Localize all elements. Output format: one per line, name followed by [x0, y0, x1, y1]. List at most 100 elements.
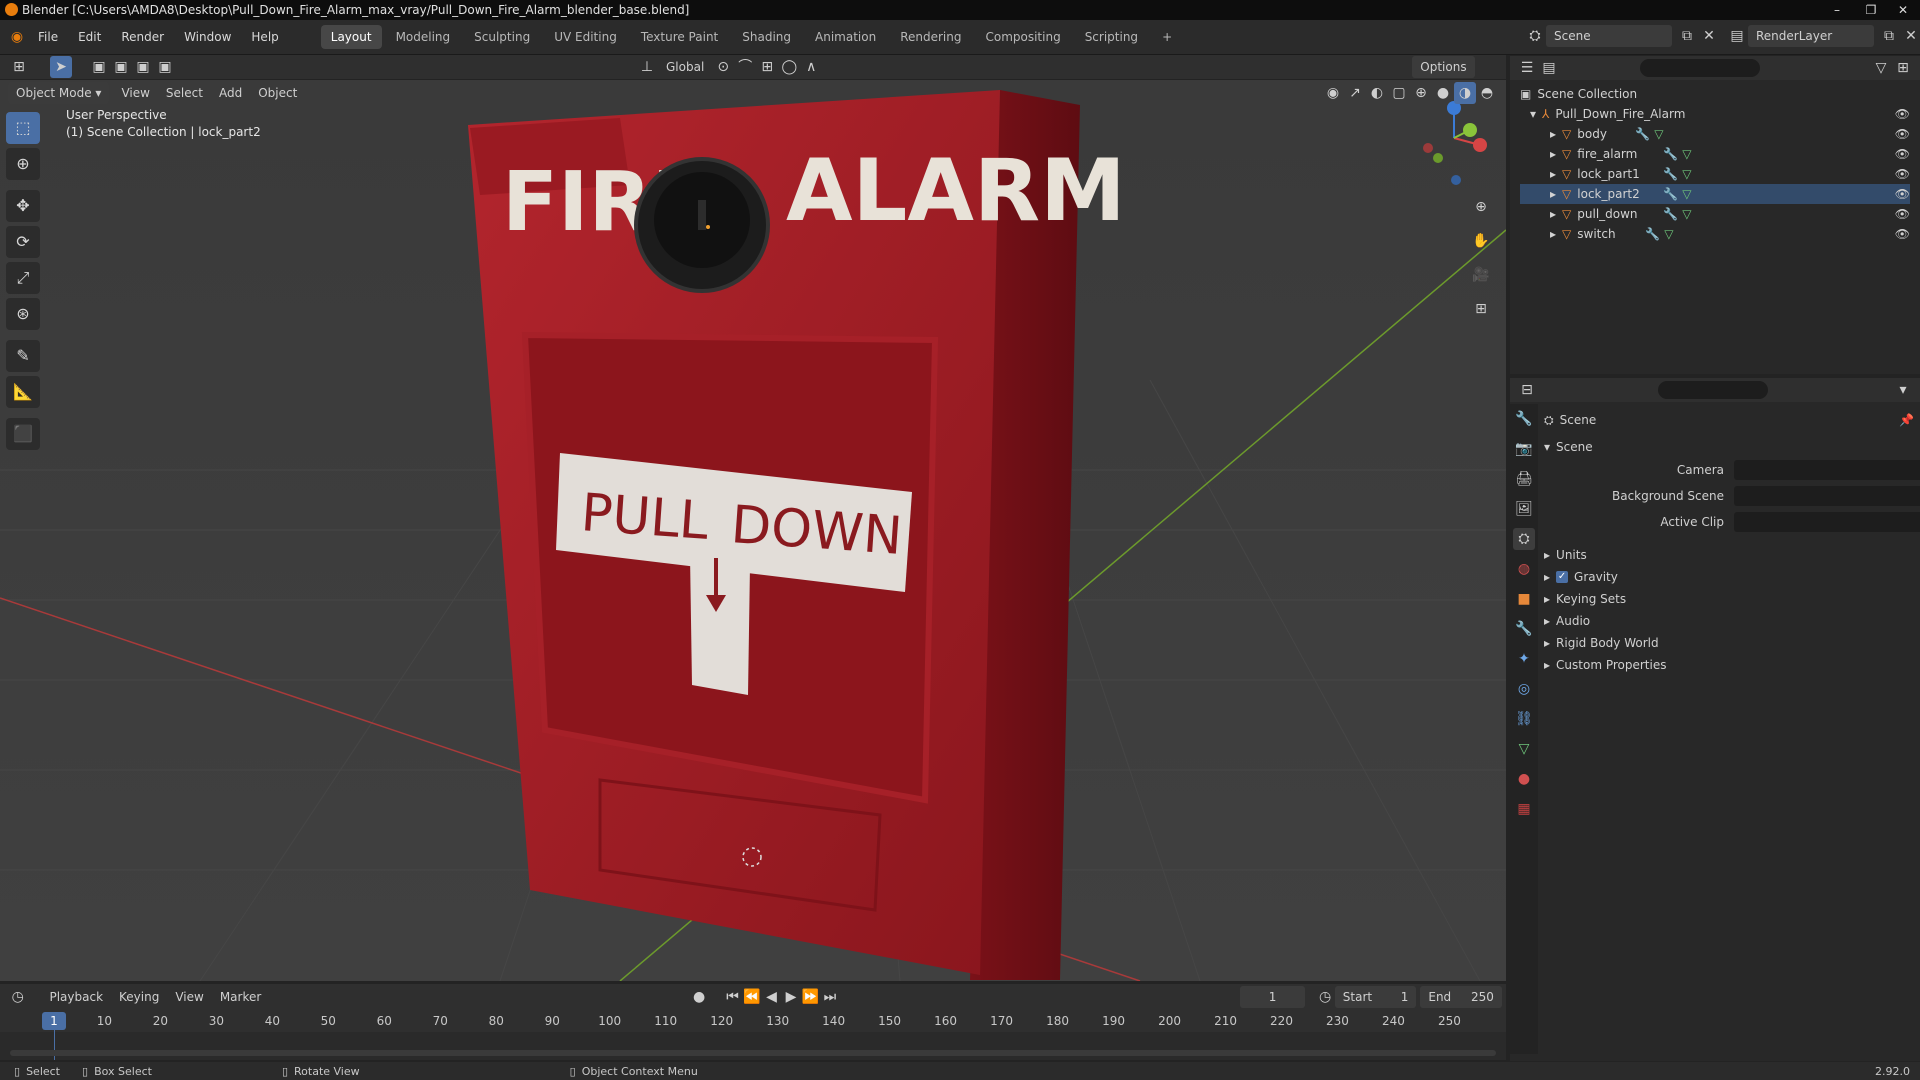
new-scene-icon[interactable]: ⧉ [1676, 25, 1698, 47]
playback-menu[interactable]: Playback [41, 986, 111, 1008]
select-menu[interactable]: Select [158, 82, 211, 104]
material-shading-icon[interactable]: ◑ [1454, 82, 1476, 104]
keying-sets-section[interactable]: ▸ Keying Sets [1544, 588, 1914, 610]
cursor-icon[interactable]: ⊕ [6, 148, 40, 180]
scale-icon[interactable]: ⤢ [6, 262, 40, 294]
blender-menu-icon[interactable]: ◉ [6, 26, 28, 48]
tab-rendering[interactable]: Rendering [890, 25, 971, 49]
new-collection-icon[interactable]: ⊞ [1892, 57, 1914, 79]
expand-chevron-icon[interactable]: ▸ [1550, 144, 1556, 164]
render-layer-field[interactable]: RenderLayer [1748, 25, 1874, 47]
menu-help[interactable]: Help [241, 20, 288, 54]
scene-panel-header[interactable]: ▾ Scene [1544, 436, 1914, 458]
options-dropdown[interactable]: Options [1412, 56, 1475, 78]
current-frame-field[interactable]: 1 [1239, 986, 1306, 1008]
scene-collection-row[interactable]: ▣ Scene Collection [1520, 84, 1910, 104]
outliner-search-input[interactable] [1640, 59, 1760, 77]
world-tab-icon[interactable]: ◍ [1513, 558, 1535, 580]
visibility-eye-icon[interactable]: 👁 [1895, 104, 1910, 124]
timeline-editor-icon[interactable]: ◷ [8, 986, 27, 1008]
active-clip-field[interactable] [1734, 512, 1920, 532]
end-frame-field[interactable]: End 250 [1420, 986, 1502, 1008]
constraints-tab-icon[interactable]: ⛓ [1513, 708, 1535, 730]
outliner-item[interactable]: ▸ ▽ fire_alarm 🔧 ▽ 👁 [1520, 144, 1910, 164]
render-tab-icon[interactable]: 📷 [1513, 438, 1535, 460]
tab-uv-editing[interactable]: UV Editing [544, 25, 627, 49]
outliner-editor-icon[interactable]: ☰ [1516, 57, 1538, 79]
filter-icon[interactable]: ▽ [1870, 57, 1892, 79]
tab-texture-paint[interactable]: Texture Paint [631, 25, 728, 49]
object-mode-dropdown[interactable]: Object Mode ▾ [8, 82, 110, 104]
3d-viewport[interactable]: FIRE ALARM PULL DOWN User Perspective (1… [0, 80, 1506, 981]
visibility-eye-icon[interactable]: 👁 [1895, 124, 1910, 144]
material-tab-icon[interactable]: ● [1513, 768, 1535, 790]
outliner-item[interactable]: ▸ ▽ pull_down 🔧 ▽ 👁 [1520, 204, 1910, 224]
gizmo-icon[interactable]: ↗ [1344, 82, 1366, 104]
new-layer-icon[interactable]: ⧉ [1878, 25, 1900, 47]
transform-icon[interactable]: ⊛ [6, 298, 40, 330]
next-keyframe-icon[interactable]: ⏩ [801, 986, 820, 1008]
preview-range-icon[interactable]: ◷ [1315, 986, 1334, 1008]
select-mode-subtract-icon[interactable]: ▣ [132, 56, 154, 78]
select-mode-extend-icon[interactable]: ▣ [110, 56, 132, 78]
tab-modeling[interactable]: Modeling [386, 25, 461, 49]
expand-chevron-icon[interactable]: ▸ [1544, 566, 1550, 588]
select-mode-invert-icon[interactable]: ▣ [154, 56, 176, 78]
properties-editor-icon[interactable]: ⊟ [1516, 379, 1538, 401]
jump-start-icon[interactable]: ⏮ [723, 986, 742, 1008]
proportional-edit-icon[interactable]: ◯ [778, 56, 800, 78]
neg-y-gizmo[interactable] [1433, 153, 1443, 163]
physics-tab-icon[interactable]: ◎ [1513, 678, 1535, 700]
add-cube-icon[interactable]: ⬛ [6, 418, 40, 450]
expand-chevron-icon[interactable]: ▸ [1544, 654, 1550, 676]
pin-icon[interactable]: 📌 [1899, 413, 1914, 427]
menu-window[interactable]: Window [174, 20, 241, 54]
modifier-tab-icon[interactable]: 🔧 [1513, 618, 1535, 640]
custom-properties-section[interactable]: ▸ Custom Properties [1544, 654, 1914, 676]
prev-keyframe-icon[interactable]: ⏪ [742, 986, 761, 1008]
rotate-icon[interactable]: ⟳ [6, 226, 40, 258]
expand-chevron-icon[interactable]: ▾ [1544, 436, 1550, 458]
tab-layout[interactable]: Layout [320, 25, 382, 49]
menu-file[interactable]: File [28, 20, 68, 54]
select-mode-new-icon[interactable]: ▣ [88, 56, 110, 78]
minimize-icon[interactable]: – [1820, 0, 1854, 20]
move-icon[interactable]: ✥ [6, 190, 40, 222]
neg-z-gizmo[interactable] [1451, 175, 1461, 185]
output-tab-icon[interactable]: 🖨 [1513, 468, 1535, 490]
x-axis-gizmo[interactable] [1473, 138, 1487, 152]
fire-alarm-model[interactable]: FIRE ALARM PULL DOWN [468, 90, 1126, 980]
outliner-item[interactable]: ▸ ▽ body 🔧 ▽ 👁 [1520, 124, 1910, 144]
add-workspace-icon[interactable]: + [1152, 25, 1182, 49]
pan-hand-icon[interactable]: ✋ [1470, 230, 1492, 252]
view-menu[interactable]: View [113, 82, 157, 104]
close-icon[interactable]: ✕ [1886, 0, 1920, 20]
annotate-icon[interactable]: ✎ [6, 340, 40, 372]
tool-tab-icon[interactable]: 🔧 [1513, 408, 1535, 430]
properties-options-icon[interactable]: ▾ [1892, 379, 1914, 401]
neg-x-gizmo[interactable] [1423, 143, 1433, 153]
expand-chevron-icon[interactable]: ▸ [1550, 164, 1556, 184]
object-menu[interactable]: Object [250, 82, 305, 104]
tab-compositing[interactable]: Compositing [975, 25, 1070, 49]
particles-tab-icon[interactable]: ✦ [1513, 648, 1535, 670]
keying-menu[interactable]: Keying [111, 986, 167, 1008]
expand-chevron-icon[interactable]: ▸ [1550, 224, 1556, 244]
menu-edit[interactable]: Edit [68, 20, 111, 54]
scene-tab-icon[interactable]: ⛭ [1513, 528, 1535, 550]
expand-chevron-icon[interactable]: ▾ [1530, 104, 1536, 124]
gravity-checkbox[interactable]: ✓ [1556, 571, 1569, 583]
select-box-icon[interactable]: ⬚ [6, 112, 40, 144]
visibility-eye-icon[interactable]: 👁 [1895, 224, 1910, 244]
display-mode-icon[interactable]: ▤ [1538, 57, 1560, 79]
delete-layer-icon[interactable]: ✕ [1900, 25, 1920, 47]
timeline-scrollbar[interactable] [10, 1050, 1496, 1056]
audio-section[interactable]: ▸ Audio [1544, 610, 1914, 632]
expand-chevron-icon[interactable]: ▸ [1544, 610, 1550, 632]
menu-render[interactable]: Render [111, 20, 174, 54]
view-layer-tab-icon[interactable]: 🖼 [1513, 498, 1535, 520]
record-icon[interactable]: ● [689, 986, 708, 1008]
snap-icon[interactable]: ⌒ [734, 56, 756, 78]
y-axis-gizmo[interactable] [1463, 123, 1477, 137]
expand-chevron-icon[interactable]: ▸ [1550, 184, 1556, 204]
